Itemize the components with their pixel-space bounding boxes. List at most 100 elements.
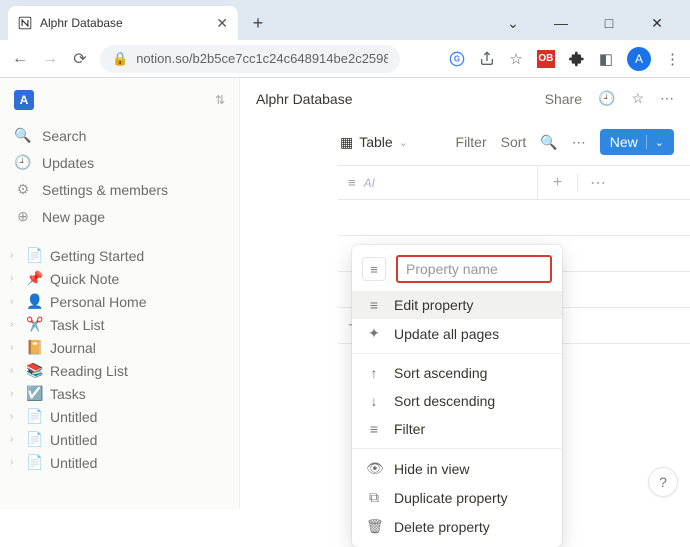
new-tab-button[interactable]: +: [244, 9, 272, 37]
profile-avatar[interactable]: A: [627, 47, 651, 71]
chevron-right-icon[interactable]: ›: [10, 250, 20, 261]
sidebar-updates[interactable]: 🕘 Updates: [0, 149, 239, 176]
page-label: Reading List: [50, 363, 128, 379]
chevron-right-icon[interactable]: ›: [10, 388, 20, 399]
sidebar-page-item[interactable]: › 📄 Untitled: [0, 428, 239, 451]
menu-item-label: Sort descending: [394, 393, 495, 409]
page-icon: 📄: [26, 431, 44, 448]
menu-item-icon: ⧉: [366, 489, 382, 506]
menu-item-icon: ↓: [366, 393, 382, 409]
sidebar-newpage[interactable]: ⊕ New page: [0, 203, 239, 230]
page-icon: 📚: [26, 362, 44, 379]
chevron-right-icon[interactable]: ›: [10, 411, 20, 422]
sidebar-page-item[interactable]: › ✂️ Task List: [0, 313, 239, 336]
view-tab-table[interactable]: ▦ Table ⌄: [340, 134, 408, 151]
property-type-icon[interactable]: ≡: [362, 257, 386, 281]
menu-item-label: Duplicate property: [394, 490, 508, 506]
chevron-down-icon: ⌄: [655, 136, 664, 149]
chevron-updown-icon: ⇅: [215, 93, 225, 107]
more-icon[interactable]: ⋯: [572, 134, 586, 151]
menu-item[interactable]: ↓ Sort descending: [352, 387, 562, 415]
extensions-icon[interactable]: [569, 51, 585, 67]
sidebar-page-item[interactable]: › 📄 Getting Started: [0, 244, 239, 267]
column-more-icon[interactable]: ⋯: [578, 173, 618, 193]
search-icon: 🔍: [14, 127, 32, 144]
menu-item[interactable]: 🗑 Delete property: [352, 512, 562, 541]
page-label: Getting Started: [50, 248, 144, 264]
menu-item[interactable]: ⧉ Duplicate property: [352, 483, 562, 512]
back-icon[interactable]: ←: [10, 50, 30, 68]
sidebar-page-item[interactable]: › 📚 Reading List: [0, 359, 239, 382]
menu-item[interactable]: 👁 Hide in view: [352, 454, 562, 483]
plus-circle-icon: ⊕: [14, 208, 32, 225]
extension-icon[interactable]: OB: [537, 50, 555, 68]
svg-text:G: G: [454, 54, 460, 63]
url-text: notion.so/b2b5ce7cc1c24c648914be2c25980.…: [136, 51, 388, 66]
minimize-icon[interactable]: —: [546, 15, 576, 32]
sidebar-page-item[interactable]: › 👤 Personal Home: [0, 290, 239, 313]
table-row[interactable]: [338, 200, 690, 236]
menu-icon[interactable]: ⋮: [665, 50, 680, 68]
page-icon: 📔: [26, 339, 44, 356]
chevron-right-icon[interactable]: ›: [10, 457, 20, 468]
chevron-right-icon[interactable]: ›: [10, 273, 20, 284]
history-icon[interactable]: 🕘: [598, 90, 615, 107]
close-window-icon[interactable]: ✕: [642, 15, 672, 32]
more-icon[interactable]: ⋯: [660, 90, 674, 107]
menu-item-icon: ≡: [366, 421, 382, 437]
sidebar-page-item[interactable]: › 📄 Untitled: [0, 405, 239, 428]
filter-button[interactable]: Filter: [456, 134, 487, 150]
favorite-icon[interactable]: ☆: [631, 90, 644, 107]
page-label: Task List: [50, 317, 104, 333]
sidepanel-icon[interactable]: ◧: [599, 50, 613, 68]
share-icon[interactable]: [479, 51, 495, 67]
menu-item[interactable]: ≡ Edit property: [352, 291, 562, 319]
close-tab-icon[interactable]: ✕: [216, 15, 228, 32]
menu-item[interactable]: ≡ Filter: [352, 415, 562, 443]
star-icon[interactable]: ☆: [509, 50, 522, 68]
sidebar-page-item[interactable]: › 📔 Journal: [0, 336, 239, 359]
reload-icon[interactable]: ⟳: [70, 49, 90, 69]
sort-button[interactable]: Sort: [501, 134, 527, 150]
lock-icon: 🔒: [112, 51, 128, 67]
property-name-input[interactable]: Property name: [396, 255, 552, 283]
workspace-switcher[interactable]: A ⇅: [0, 86, 239, 122]
browser-tab[interactable]: Alphr Database ✕: [8, 6, 238, 40]
add-column-button[interactable]: +: [538, 174, 578, 192]
menu-item[interactable]: ↑ Sort ascending: [352, 359, 562, 387]
sidebar-search[interactable]: 🔍 Search: [0, 122, 239, 149]
chevron-right-icon[interactable]: ›: [10, 434, 20, 445]
gear-icon: ⚙: [14, 181, 32, 198]
google-icon[interactable]: G: [449, 51, 465, 67]
url-field[interactable]: 🔒 notion.so/b2b5ce7cc1c24c648914be2c2598…: [100, 45, 400, 73]
menu-item-icon: ↑: [366, 365, 382, 381]
chevron-right-icon[interactable]: ›: [10, 296, 20, 307]
page-label: Tasks: [50, 386, 86, 402]
menu-item[interactable]: ✦ Update all pages: [352, 319, 562, 348]
page-label: Journal: [50, 340, 96, 356]
menu-item-label: Edit property: [394, 297, 473, 313]
maximize-icon[interactable]: □: [594, 15, 624, 32]
chevron-right-icon[interactable]: ›: [10, 365, 20, 376]
search-icon[interactable]: 🔍: [540, 134, 557, 151]
page-title[interactable]: Alphr Database: [256, 91, 353, 107]
page-icon: 📌: [26, 270, 44, 287]
forward-icon[interactable]: →: [40, 50, 60, 68]
sidebar-item-label: Settings & members: [42, 182, 168, 198]
sidebar-page-item[interactable]: › 📌 Quick Note: [0, 267, 239, 290]
sidebar-page-item[interactable]: › ☑️ Tasks: [0, 382, 239, 405]
chevron-down-icon[interactable]: ⌄: [498, 15, 528, 32]
address-bar: ← → ⟳ 🔒 notion.so/b2b5ce7cc1c24c648914be…: [0, 40, 690, 78]
page-icon: 📄: [26, 454, 44, 471]
sidebar-item-label: New page: [42, 209, 105, 225]
new-button-label: New: [610, 134, 638, 150]
share-button[interactable]: Share: [545, 91, 582, 107]
new-button[interactable]: New ⌄: [600, 129, 674, 155]
help-button[interactable]: ?: [648, 467, 678, 497]
sidebar-page-item[interactable]: › 📄 Untitled: [0, 451, 239, 474]
chevron-right-icon[interactable]: ›: [10, 342, 20, 353]
sidebar-settings[interactable]: ⚙ Settings & members: [0, 176, 239, 203]
column-header[interactable]: ≡ AI: [338, 166, 538, 199]
window-controls: ⌄ — □ ✕: [488, 15, 682, 40]
chevron-right-icon[interactable]: ›: [10, 319, 20, 330]
